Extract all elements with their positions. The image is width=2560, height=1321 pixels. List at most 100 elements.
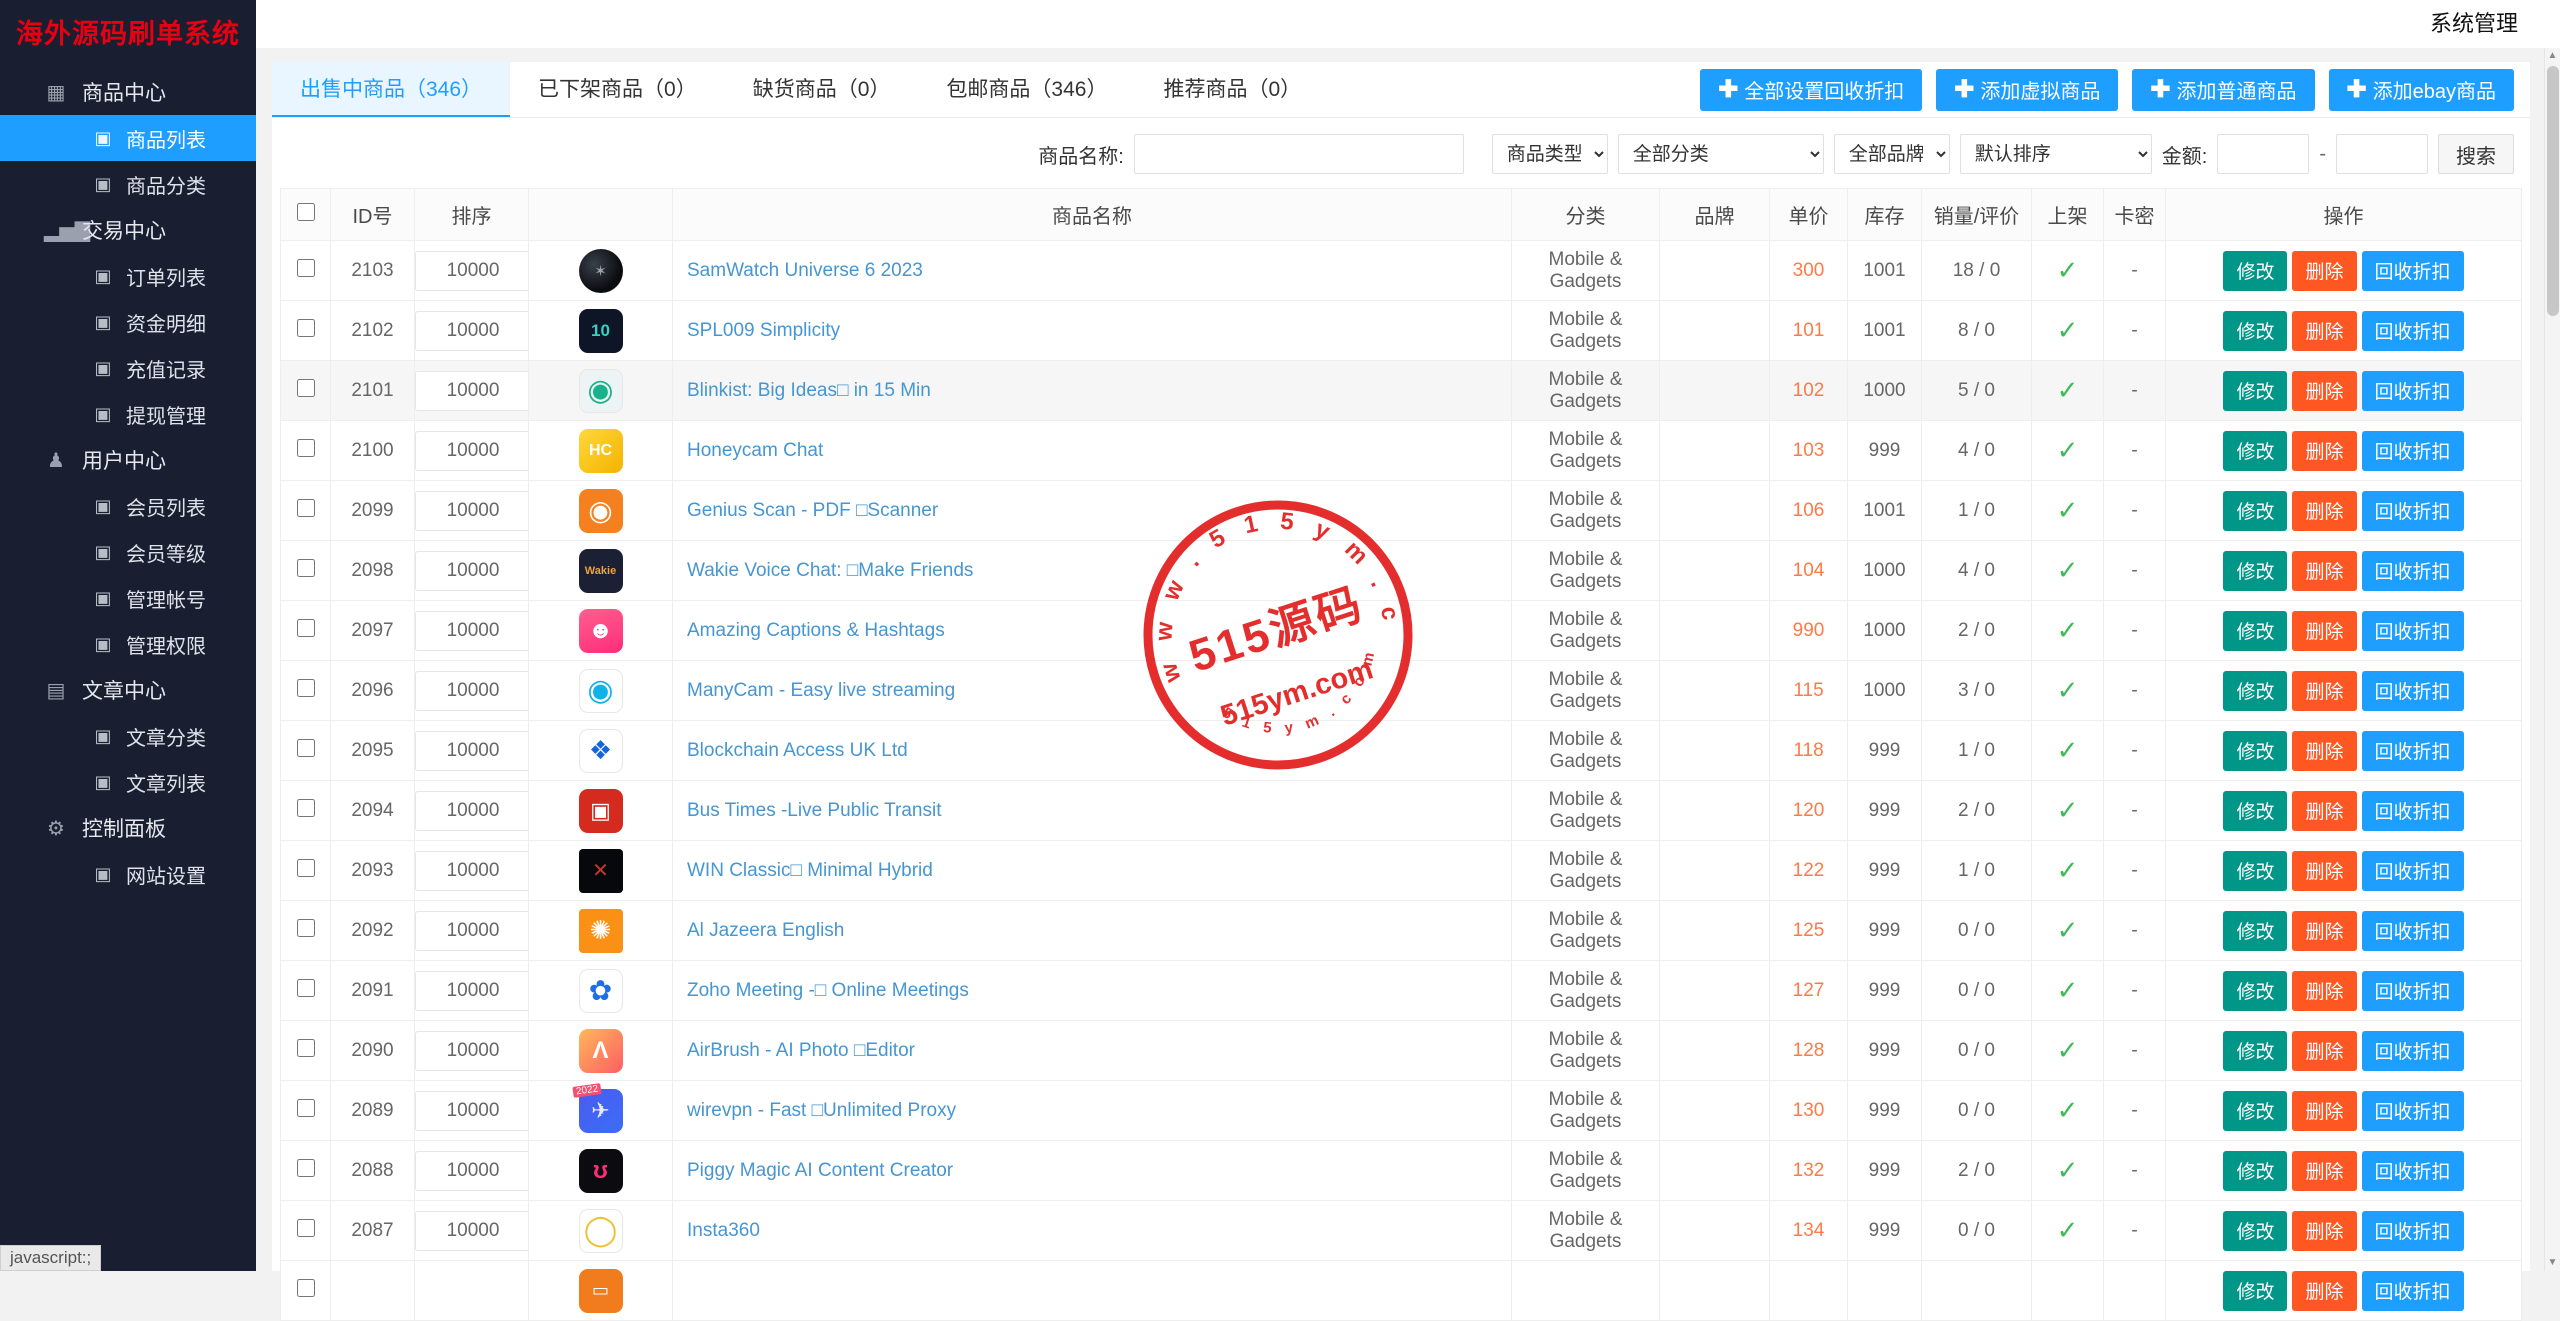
tab-缺货商品（0）[interactable]: 缺货商品（0）	[725, 62, 919, 117]
row-checkbox[interactable]	[297, 439, 315, 457]
sidebar-item-用户中心[interactable]: ♟用户中心	[0, 437, 256, 483]
sidebar-item-商品列表[interactable]: ▣商品列表	[0, 115, 256, 161]
delete-button[interactable]: 删除	[2292, 371, 2356, 411]
recycle-discount-button[interactable]: 回收折扣	[2362, 611, 2464, 651]
product-name-link[interactable]: Piggy Magic AI Content Creator	[687, 1160, 953, 1181]
edit-button[interactable]: 修改	[2223, 911, 2287, 951]
delete-button[interactable]: 删除	[2292, 491, 2356, 531]
sidebar-item-网站设置[interactable]: ▣网站设置	[0, 851, 256, 897]
edit-button[interactable]: 修改	[2223, 1091, 2287, 1131]
row-checkbox[interactable]	[297, 919, 315, 937]
delete-button[interactable]: 删除	[2292, 1091, 2356, 1131]
toolbar-button-全部设置回收折扣[interactable]: ✚全部设置回收折扣	[1700, 69, 1922, 111]
delete-button[interactable]: 删除	[2292, 311, 2356, 351]
sidebar-item-管理帐号[interactable]: ▣管理帐号	[0, 575, 256, 621]
sort-input[interactable]	[415, 251, 529, 291]
recycle-discount-button[interactable]: 回收折扣	[2362, 311, 2464, 351]
edit-button[interactable]: 修改	[2223, 311, 2287, 351]
sort-input[interactable]	[415, 971, 529, 1011]
delete-button[interactable]: 删除	[2292, 731, 2356, 771]
sidebar-item-文章分类[interactable]: ▣文章分类	[0, 713, 256, 759]
toolbar-button-添加虚拟商品[interactable]: ✚添加虚拟商品	[1936, 69, 2118, 111]
recycle-discount-button[interactable]: 回收折扣	[2362, 491, 2464, 531]
delete-button[interactable]: 删除	[2292, 971, 2356, 1011]
row-checkbox[interactable]	[297, 1099, 315, 1117]
sidebar-item-会员等级[interactable]: ▣会员等级	[0, 529, 256, 575]
row-checkbox[interactable]	[297, 979, 315, 997]
vertical-scrollbar[interactable]: ▲ ▼	[2544, 48, 2560, 1271]
sidebar-item-提现管理[interactable]: ▣提现管理	[0, 391, 256, 437]
row-checkbox[interactable]	[297, 739, 315, 757]
product-name-link[interactable]: ManyCam - Easy live streaming	[687, 680, 955, 701]
tab-包邮商品（346）[interactable]: 包邮商品（346）	[918, 62, 1135, 117]
sort-input[interactable]	[415, 791, 529, 831]
sort-input[interactable]	[415, 911, 529, 951]
sort-order-select[interactable]: 默认排序	[1960, 134, 2152, 174]
row-checkbox[interactable]	[297, 559, 315, 577]
product-name-link[interactable]: Bus Times -Live Public Transit	[687, 800, 941, 821]
recycle-discount-button[interactable]: 回收折扣	[2362, 851, 2464, 891]
edit-button[interactable]: 修改	[2223, 791, 2287, 831]
sidebar-item-会员列表[interactable]: ▣会员列表	[0, 483, 256, 529]
product-name-link[interactable]: Wakie Voice Chat: □Make Friends	[687, 560, 973, 581]
toolbar-button-添加ebay商品[interactable]: ✚添加ebay商品	[2329, 69, 2514, 111]
sort-input[interactable]	[415, 1151, 529, 1191]
product-name-link[interactable]: Al Jazeera English	[687, 920, 844, 941]
edit-button[interactable]: 修改	[2223, 971, 2287, 1011]
sidebar-item-订单列表[interactable]: ▣订单列表	[0, 253, 256, 299]
sort-input[interactable]	[415, 611, 529, 651]
row-checkbox[interactable]	[297, 1039, 315, 1057]
recycle-discount-button[interactable]: 回收折扣	[2362, 1151, 2464, 1191]
system-admin-link[interactable]: 系统管理	[2430, 0, 2518, 48]
sort-input[interactable]	[415, 1031, 529, 1071]
edit-button[interactable]: 修改	[2223, 731, 2287, 771]
edit-button[interactable]: 修改	[2223, 671, 2287, 711]
recycle-discount-button[interactable]: 回收折扣	[2362, 671, 2464, 711]
delete-button[interactable]: 删除	[2292, 1211, 2356, 1251]
row-checkbox[interactable]	[297, 319, 315, 337]
delete-button[interactable]: 删除	[2292, 551, 2356, 591]
sort-input[interactable]	[415, 1091, 529, 1131]
product-name-link[interactable]: Genius Scan - PDF □Scanner	[687, 500, 938, 521]
recycle-discount-button[interactable]: 回收折扣	[2362, 251, 2464, 291]
product-name-link[interactable]: WIN Classic□ Minimal Hybrid	[687, 860, 933, 881]
sidebar-item-管理权限[interactable]: ▣管理权限	[0, 621, 256, 667]
sidebar-item-交易中心[interactable]: ▂▅▇交易中心	[0, 207, 256, 253]
sort-input[interactable]	[415, 671, 529, 711]
sidebar-item-资金明细[interactable]: ▣资金明细	[0, 299, 256, 345]
row-checkbox[interactable]	[297, 259, 315, 277]
product-type-select[interactable]: 商品类型	[1492, 134, 1608, 174]
edit-button[interactable]: 修改	[2223, 251, 2287, 291]
edit-button[interactable]: 修改	[2223, 551, 2287, 591]
tab-推荐商品（0）[interactable]: 推荐商品（0）	[1135, 62, 1329, 117]
recycle-discount-button[interactable]: 回收折扣	[2362, 371, 2464, 411]
product-name-link[interactable]: wirevpn - Fast □Unlimited Proxy	[687, 1100, 956, 1121]
edit-button[interactable]: 修改	[2223, 851, 2287, 891]
product-name-link[interactable]: AirBrush - AI Photo □Editor	[687, 1040, 915, 1061]
edit-button[interactable]: 修改	[2223, 431, 2287, 471]
edit-button[interactable]: 修改	[2223, 1271, 2287, 1311]
tab-已下架商品（0）[interactable]: 已下架商品（0）	[510, 62, 725, 117]
sidebar-item-商品分类[interactable]: ▣商品分类	[0, 161, 256, 207]
delete-button[interactable]: 删除	[2292, 1271, 2356, 1311]
recycle-discount-button[interactable]: 回收折扣	[2362, 1211, 2464, 1251]
edit-button[interactable]: 修改	[2223, 1151, 2287, 1191]
search-button[interactable]: 搜索	[2438, 134, 2514, 174]
row-checkbox[interactable]	[297, 1279, 315, 1297]
delete-button[interactable]: 删除	[2292, 251, 2356, 291]
delete-button[interactable]: 删除	[2292, 851, 2356, 891]
edit-button[interactable]: 修改	[2223, 491, 2287, 531]
toolbar-button-添加普通商品[interactable]: ✚添加普通商品	[2132, 69, 2314, 111]
sort-input[interactable]	[415, 431, 529, 471]
recycle-discount-button[interactable]: 回收折扣	[2362, 1271, 2464, 1311]
select-all-checkbox[interactable]	[297, 203, 315, 221]
edit-button[interactable]: 修改	[2223, 1211, 2287, 1251]
recycle-discount-button[interactable]: 回收折扣	[2362, 971, 2464, 1011]
delete-button[interactable]: 删除	[2292, 431, 2356, 471]
scroll-down-icon[interactable]: ▼	[2545, 1255, 2560, 1271]
row-checkbox[interactable]	[297, 679, 315, 697]
sort-input[interactable]	[415, 551, 529, 591]
edit-button[interactable]: 修改	[2223, 611, 2287, 651]
sort-input[interactable]	[415, 851, 529, 891]
sidebar-item-文章中心[interactable]: ▤文章中心	[0, 667, 256, 713]
